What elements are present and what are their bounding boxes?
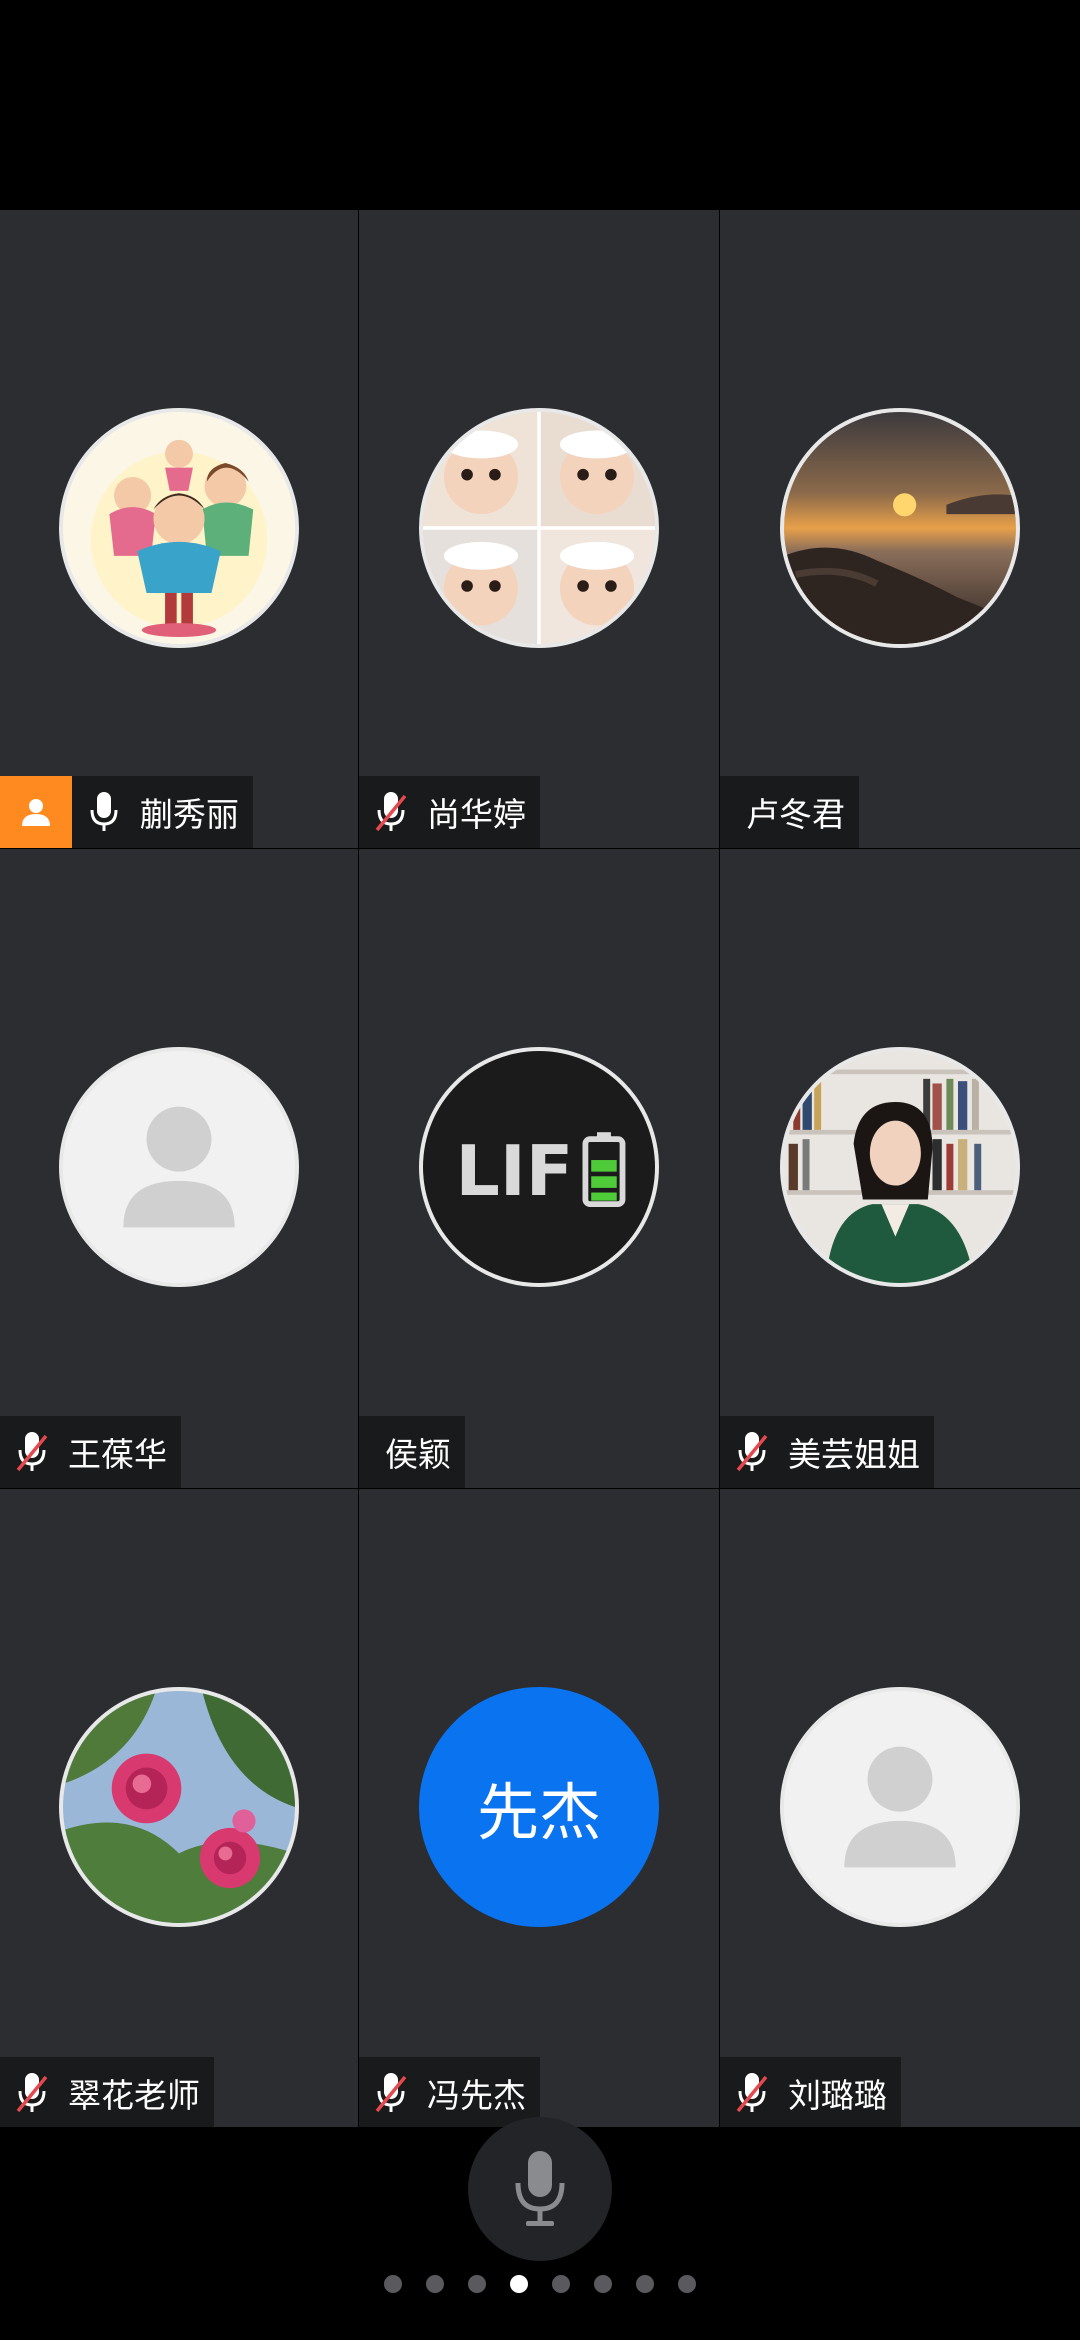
participant-avatar [59, 1047, 299, 1287]
participant-tile[interactable]: LIF 侯颖 [359, 849, 719, 1488]
participant-tile[interactable]: 尚华婷 [359, 210, 719, 848]
page-indicator [0, 2275, 1080, 2295]
participant-name: 尚华婷 [427, 795, 526, 834]
host-person-icon [0, 776, 72, 848]
participant-name-chip: 美芸姐姐 [720, 1416, 934, 1488]
participant-name: 翠花老师 [68, 2076, 200, 2115]
microphone-muted-icon [720, 1416, 784, 1488]
participant-grid: 蒯秀丽 尚华婷 卢冬君 王葆华 LIF 侯颖 美芸姐姐 翠花老师 先杰 冯先杰 … [0, 210, 1080, 2129]
participant-name-chip: 侯颖 [359, 1416, 465, 1488]
microphone-icon [72, 776, 136, 848]
microphone-muted-icon [0, 2057, 64, 2129]
participant-name-chip: 刘璐璐 [720, 2057, 901, 2129]
participant-name: 美芸姐姐 [788, 1435, 920, 1474]
baby-photo-collage-icon [423, 412, 655, 644]
participant-tile[interactable]: 翠花老师 [0, 1489, 358, 2129]
participant-avatar [419, 408, 659, 648]
default-person-icon [784, 1691, 1016, 1923]
participant-avatar [59, 1687, 299, 1927]
status-bar-area [0, 0, 1080, 210]
pink-roses-icon [63, 1691, 295, 1923]
page-dot[interactable] [468, 2275, 486, 2293]
participant-tile[interactable]: 王葆华 [0, 849, 358, 1488]
life-text: LIF [455, 1131, 573, 1212]
page-dot[interactable] [426, 2275, 444, 2293]
page-dot[interactable] [384, 2275, 402, 2293]
participant-name: 侯颖 [385, 1435, 451, 1474]
page-dot[interactable] [552, 2275, 570, 2293]
participant-name-chip: 卢冬君 [720, 776, 859, 848]
page-dot[interactable] [594, 2275, 612, 2293]
sunset-sea-icon [784, 412, 1016, 644]
participant-name: 刘璐璐 [788, 2076, 887, 2115]
page-dot[interactable] [510, 2275, 528, 2293]
participant-name-chip: 翠花老师 [0, 2057, 214, 2129]
page-dot[interactable] [636, 2275, 654, 2293]
avatar-initials: 先杰 [476, 1776, 601, 1849]
microphone-toggle-button[interactable] [468, 2117, 612, 2261]
participant-name-chip: 尚华婷 [359, 776, 540, 848]
participant-tile[interactable]: 先杰 冯先杰 [359, 1489, 719, 2129]
woman-bookshelf-icon [784, 1051, 1016, 1283]
participant-avatar [59, 408, 299, 648]
initials-avatar: 先杰 [419, 1687, 659, 1927]
participant-tile[interactable]: 美芸姐姐 [720, 849, 1080, 1488]
participant-tile[interactable]: 蒯秀丽 [0, 210, 358, 848]
microphone-muted-icon [0, 1416, 64, 1488]
participant-avatar [780, 1687, 1020, 1927]
microphone-icon [515, 2151, 565, 2226]
microphone-muted-icon [359, 2057, 423, 2129]
microphone-muted-icon [720, 2057, 784, 2129]
participant-name: 冯先杰 [427, 2076, 526, 2115]
participant-name-chip: 冯先杰 [359, 2057, 540, 2129]
participant-tile[interactable]: 卢冬君 [720, 210, 1080, 848]
life-battery-icon: LIF [423, 1051, 655, 1283]
page-dot[interactable] [678, 2275, 696, 2293]
participant-avatar: LIF [419, 1047, 659, 1287]
family-cartoon-icon [63, 412, 295, 644]
participant-name-chip: 王葆华 [0, 1416, 181, 1488]
participant-name: 蒯秀丽 [140, 795, 239, 834]
microphone-muted-icon [359, 776, 423, 848]
participant-name: 卢冬君 [746, 795, 845, 834]
default-person-icon [63, 1051, 295, 1283]
participant-name: 王葆华 [68, 1435, 167, 1474]
participant-tile[interactable]: 刘璐璐 [720, 1489, 1080, 2129]
participant-avatar [780, 1047, 1020, 1287]
participant-name-chip: 蒯秀丽 [0, 776, 253, 848]
participant-avatar [780, 408, 1020, 648]
